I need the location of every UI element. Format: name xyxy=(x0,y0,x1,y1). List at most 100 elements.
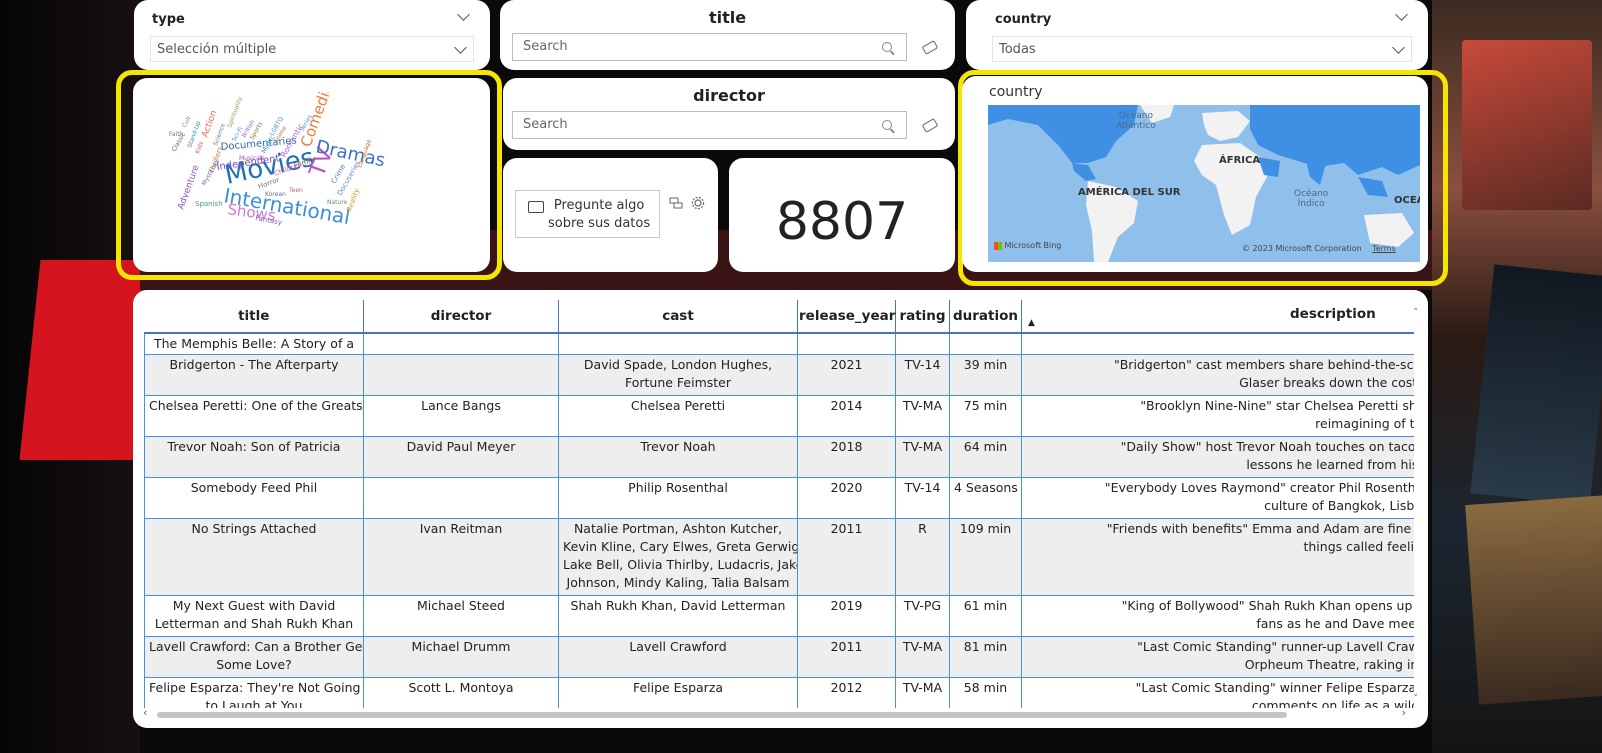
cast-cell: Chelsea Peretti xyxy=(558,395,798,437)
table-row[interactable]: Chelsea Peretti: One of the Greats Lance … xyxy=(144,395,1414,437)
eraser-icon[interactable] xyxy=(921,40,939,55)
description-cell: "King of Bollywood" Shah Rukh Khan opens… xyxy=(1021,595,1414,637)
cast-cell-line: Lavell Crawford xyxy=(629,639,727,654)
country-slicer: country Todas xyxy=(966,0,1428,70)
chevron-down-icon[interactable] xyxy=(457,8,470,21)
description-cell: "Everybody Loves Raymond" creator Phil R… xyxy=(1021,477,1414,519)
cast-cell-line: Trevor Noah xyxy=(640,439,716,454)
release-year-cell: 2011 xyxy=(797,518,896,596)
horizontal-scrollbar[interactable]: ‹ › xyxy=(143,706,1406,720)
column-header-title[interactable]: title xyxy=(144,300,364,334)
duration-cell: 39 min xyxy=(949,354,1022,396)
description-cell-line: Glaser breaks down the costume drama's s xyxy=(1239,375,1414,390)
table-row[interactable]: My Next Guest with David Letterman and Sh… xyxy=(144,595,1414,637)
description-cell-line: "King of Bollywood" Shah Rukh Khan opens… xyxy=(1121,598,1414,613)
word-korean: Korean xyxy=(265,191,286,198)
word-nature: Nature xyxy=(327,199,348,206)
qa-text-line2: sobre sus datos xyxy=(548,216,651,231)
eraser-icon[interactable] xyxy=(921,118,939,133)
column-header-rating[interactable]: rating xyxy=(895,300,950,334)
description-cell-line: things called feelings enter the p xyxy=(1303,539,1414,554)
label-africa: ÁFRICA xyxy=(1219,155,1261,166)
column-header-duration[interactable]: duration xyxy=(949,300,1022,334)
country-dropdown[interactable]: Todas xyxy=(992,36,1412,62)
label-atlantic-2: Atlántico xyxy=(1116,121,1156,131)
scroll-right-icon[interactable]: › xyxy=(1402,706,1406,719)
director-cell-line: Michael Steed xyxy=(416,598,505,613)
duration-cell: 109 min xyxy=(949,518,1022,596)
scrollbar-thumb[interactable] xyxy=(157,712,1287,718)
map-title: country xyxy=(989,84,1043,100)
release-year-cell: 2019 xyxy=(797,595,896,637)
description-cell-line: reimagining of the comedy spe xyxy=(1315,416,1414,431)
duration-cell: 58 min xyxy=(949,677,1022,708)
description-cell-line: "Last Comic Standing" winner Felipe Espa… xyxy=(1135,680,1414,695)
director-search-input[interactable]: Search xyxy=(512,111,907,139)
word-cloud-card[interactable]: Movies International TV Dramas Comedies … xyxy=(133,78,490,272)
description-cell: "Brooklyn Nine-Nine" star Chelsea Perett… xyxy=(1021,395,1414,437)
release-year-cell: 2021 xyxy=(797,354,896,396)
map-terms-link[interactable]: Terms xyxy=(1372,244,1396,253)
word-spanish: Spanish xyxy=(195,200,223,208)
word-faith: Faith xyxy=(169,131,184,138)
scroll-left-icon[interactable]: ‹ xyxy=(143,706,147,719)
table-row[interactable]: No Strings Attached Ivan Reitman Natalie P… xyxy=(144,518,1414,596)
column-header-release-year[interactable]: release_year xyxy=(797,300,896,334)
scroll-down-icon[interactable]: ˅ xyxy=(1414,694,1419,704)
release-year-cell: 2011 xyxy=(797,636,896,678)
table-row[interactable]: Bridgerton - The Afterparty David Spade, … xyxy=(144,354,1414,396)
director-cell-line: Lance Bangs xyxy=(421,398,501,413)
land-europe xyxy=(1202,111,1250,141)
column-header-cast[interactable]: cast xyxy=(558,300,798,334)
cast-cell: Shah Rukh Khan, David Letterman xyxy=(558,595,798,637)
word-cloud: Movies International TV Dramas Comedies … xyxy=(169,92,385,229)
description-cell-line: culture of Bangkok, Lisbon, Mexico City xyxy=(1264,498,1414,513)
column-header-director[interactable]: director xyxy=(363,300,559,334)
director-cell-line: Scott L. Montoya xyxy=(408,680,514,695)
title-search-card: title Search xyxy=(500,0,955,70)
convert-icon[interactable] xyxy=(669,196,683,210)
rating-cell: TV-PG xyxy=(895,595,950,637)
table-row[interactable]: Lavell Crawford: Can a Brother Get Some L… xyxy=(144,636,1414,678)
search-placeholder: Search xyxy=(523,39,568,54)
word-spirituality: Spirituality xyxy=(226,95,244,128)
sort-ascending-icon: ▲ xyxy=(1028,318,1035,328)
dropdown-value: Selección múltiple xyxy=(157,42,277,57)
table-card: title director cast release_year rating … xyxy=(133,290,1428,728)
map-copyright: © 2023 Microsoft Corporation xyxy=(1242,244,1362,253)
title-cell: Trevor Noah: Son of Patricia xyxy=(144,436,364,478)
title-search-input[interactable]: Search xyxy=(512,33,907,61)
world-map[interactable]: Océano Atlántico ÁFRICA AMÉRICA DEL SUR … xyxy=(988,105,1420,262)
type-dropdown[interactable]: Selección múltiple xyxy=(150,36,474,62)
rating-cell: TV-MA xyxy=(895,436,950,478)
land-southeast-asia xyxy=(1358,177,1388,197)
director-cell-line: Ivan Reitman xyxy=(419,521,503,536)
land-india xyxy=(1306,161,1326,185)
scroll-up-icon[interactable]: ˄ xyxy=(1414,308,1419,318)
title-cell-line: Letterman and Shah Rukh Khan xyxy=(154,616,354,631)
title-cell-line: Felipe Esparza: They're Not Going xyxy=(149,680,361,695)
column-header-description-label: description xyxy=(1290,306,1376,322)
description-cell-line: "Daily Show" host Trevor Noah touches on… xyxy=(1120,439,1414,454)
director-cell: Michael Drumm xyxy=(363,636,559,678)
table-row[interactable]: Trevor Noah: Son of Patricia David Paul M… xyxy=(144,436,1414,478)
duration-cell: 4 Seasons xyxy=(949,477,1022,519)
chevron-down-icon xyxy=(454,41,467,54)
gear-icon[interactable] xyxy=(691,196,705,210)
chevron-down-icon[interactable] xyxy=(1395,8,1408,21)
title-cell: Chelsea Peretti: One of the Greats xyxy=(144,395,364,437)
column-header-description[interactable]: ▲ description xyxy=(1021,300,1414,334)
table-row[interactable]: Felipe Esparza: They're Not Going to Laug… xyxy=(144,677,1414,708)
qa-button[interactable]: Pregunte algo sobre sus datos xyxy=(515,190,660,238)
release-year-cell: 2012 xyxy=(797,677,896,708)
table-row[interactable]: The Memphis Belle: A Story of a xyxy=(144,332,1414,355)
data-table: title director cast release_year rating … xyxy=(144,300,1414,708)
word-kids: Kids xyxy=(194,140,205,154)
label-ocean: OCEAN xyxy=(1394,195,1420,206)
cast-cell: Philip Rosenthal xyxy=(558,477,798,519)
table-row[interactable]: Somebody Feed Phil Philip Rosenthal 2020 TV… xyxy=(144,477,1414,519)
qa-text-line1: Pregunte algo xyxy=(553,198,645,213)
rating-cell: TV-MA xyxy=(895,636,950,678)
land-central-america xyxy=(1072,163,1096,181)
description-cell: "Last Comic Standing" runner-up Lavell C… xyxy=(1021,636,1414,678)
